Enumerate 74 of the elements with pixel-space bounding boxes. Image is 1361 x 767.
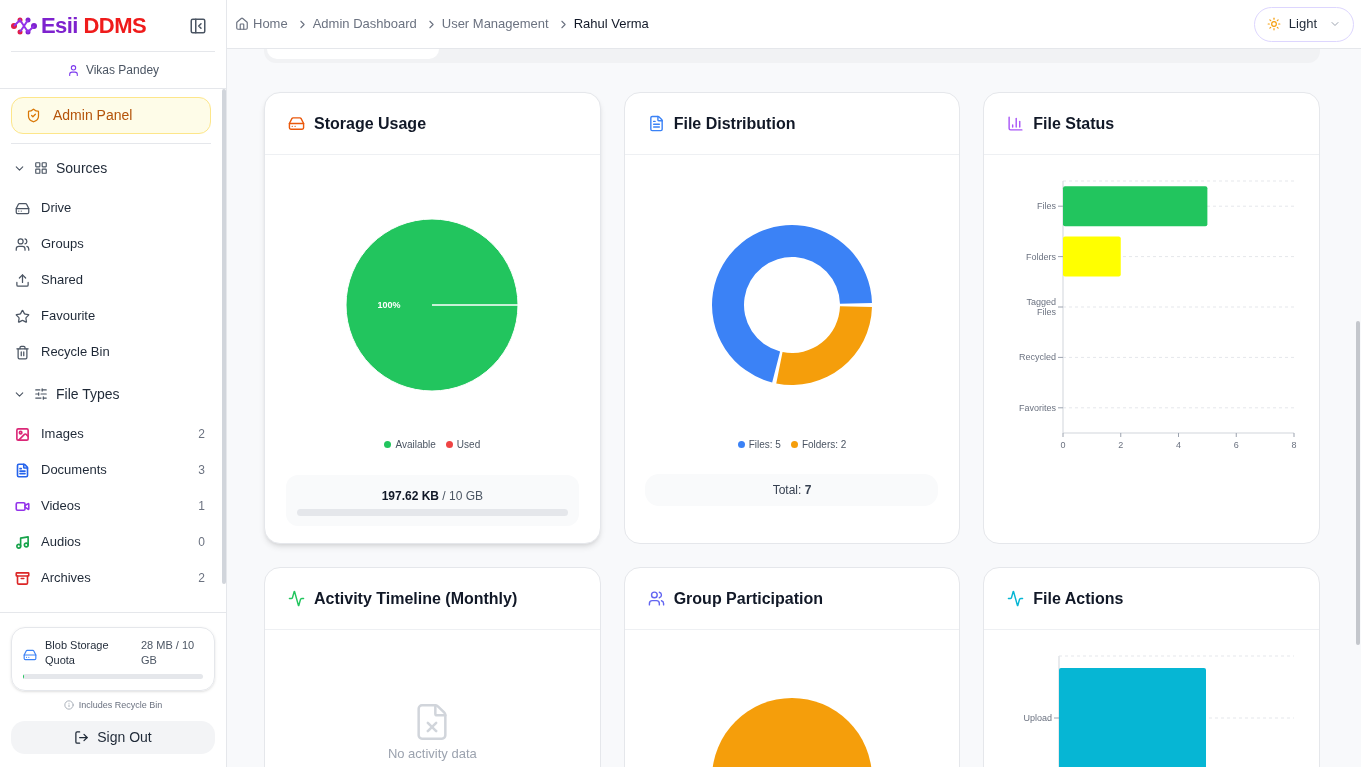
sidebar-item[interactable]: Audios 0 bbox=[11, 524, 211, 560]
sun-icon bbox=[1266, 17, 1281, 31]
activity-icon bbox=[288, 590, 305, 607]
admin-panel-button[interactable]: Admin Panel bbox=[11, 97, 211, 134]
drive-icon bbox=[23, 647, 37, 662]
drive-icon bbox=[288, 115, 305, 132]
bar bbox=[1063, 236, 1122, 277]
sidebar-item[interactable]: Recycle Bin bbox=[11, 334, 211, 370]
card-title: File Status bbox=[1033, 113, 1115, 134]
category-label: Tagged Files bbox=[1026, 297, 1057, 317]
card-title: Activity Timeline (Monthly) bbox=[314, 588, 518, 609]
quota-value: 28 MB / 10 GB bbox=[141, 637, 196, 668]
section-header[interactable]: File Types bbox=[11, 372, 211, 416]
card-title: File Distribution bbox=[673, 113, 796, 134]
tab[interactable] bbox=[267, 49, 439, 59]
tick-label: 0 bbox=[1060, 440, 1066, 450]
sidebar-item[interactable]: Videos 1 bbox=[11, 488, 211, 524]
users-icon bbox=[15, 236, 30, 252]
sidebar-item[interactable]: Drive bbox=[11, 190, 211, 226]
total-panel: Total: 7 bbox=[645, 474, 939, 506]
empty-message: No activity data bbox=[387, 745, 477, 763]
info-icon bbox=[63, 700, 74, 711]
breadcrumb-link[interactable]: User Management bbox=[441, 14, 549, 34]
sidebar-item[interactable]: Documents 3 bbox=[11, 452, 211, 488]
slice-label: 100% bbox=[377, 300, 401, 310]
document-icon bbox=[647, 115, 665, 132]
sliders-icon bbox=[34, 387, 48, 401]
breadcrumb-link[interactable]: Home bbox=[253, 14, 288, 34]
quota-label: Blob Storage Quota bbox=[45, 637, 110, 668]
breadcrumb-link[interactable]: Rahul Verma bbox=[573, 14, 649, 34]
sidebar-item[interactable]: Images 2 bbox=[11, 416, 211, 452]
home-icon bbox=[235, 17, 249, 31]
shield-icon bbox=[26, 108, 41, 123]
star-icon bbox=[15, 308, 30, 324]
sidebar-item[interactable]: Shared bbox=[11, 262, 211, 298]
usage-text: 197.62 KB / 10 GB bbox=[381, 488, 484, 505]
logo-icon bbox=[11, 16, 39, 35]
user-name: Vikas Pandey bbox=[85, 62, 160, 79]
logo-text: Esii DDMS bbox=[41, 14, 147, 37]
tick-label: 8 bbox=[1291, 440, 1297, 450]
users-icon bbox=[647, 590, 665, 607]
section-header[interactable]: Sources bbox=[11, 146, 211, 190]
category-label: Recycled bbox=[1019, 352, 1057, 363]
tick-label: 2 bbox=[1118, 440, 1124, 450]
quota-note: Includes Recycle Bin bbox=[78, 698, 163, 712]
user-icon bbox=[66, 63, 80, 77]
legend-label: Used bbox=[456, 438, 481, 452]
scrollbar-thumb[interactable] bbox=[1356, 321, 1360, 645]
sidebar-item[interactable]: Groups bbox=[11, 226, 211, 262]
drive-icon bbox=[15, 200, 30, 216]
category-label: Favorites bbox=[1019, 402, 1057, 413]
collapse-sidebar-icon[interactable] bbox=[189, 16, 207, 35]
sign-out-button[interactable]: Sign Out bbox=[11, 721, 215, 754]
trash-icon bbox=[15, 344, 30, 360]
tick-label: 6 bbox=[1234, 440, 1240, 450]
sign-out-icon bbox=[74, 730, 90, 745]
category-label: Files bbox=[1037, 201, 1057, 212]
sidebar-item[interactable]: Favourite bbox=[11, 298, 211, 334]
card-title: File Actions bbox=[1033, 588, 1124, 609]
legend-label: Available bbox=[395, 438, 436, 452]
upload-icon bbox=[15, 272, 30, 288]
card-title: Group Participation bbox=[673, 588, 823, 609]
card-title: Storage Usage bbox=[314, 113, 427, 134]
scrollbar-thumb[interactable] bbox=[222, 89, 226, 584]
legend-label: Files: 5 bbox=[748, 438, 781, 452]
sidebar-item[interactable]: Archives 2 bbox=[11, 560, 211, 596]
activity-icon bbox=[1007, 590, 1025, 607]
tick-label: 4 bbox=[1176, 440, 1182, 450]
legend-label: Folders: 2 bbox=[801, 438, 847, 452]
category-label: Folders bbox=[1026, 251, 1057, 262]
breadcrumb-link[interactable]: Admin Dashboard bbox=[312, 14, 417, 34]
bar-chart-icon bbox=[1007, 115, 1025, 132]
category-label: Upload bbox=[1023, 713, 1053, 723]
grid-icon bbox=[34, 161, 48, 175]
